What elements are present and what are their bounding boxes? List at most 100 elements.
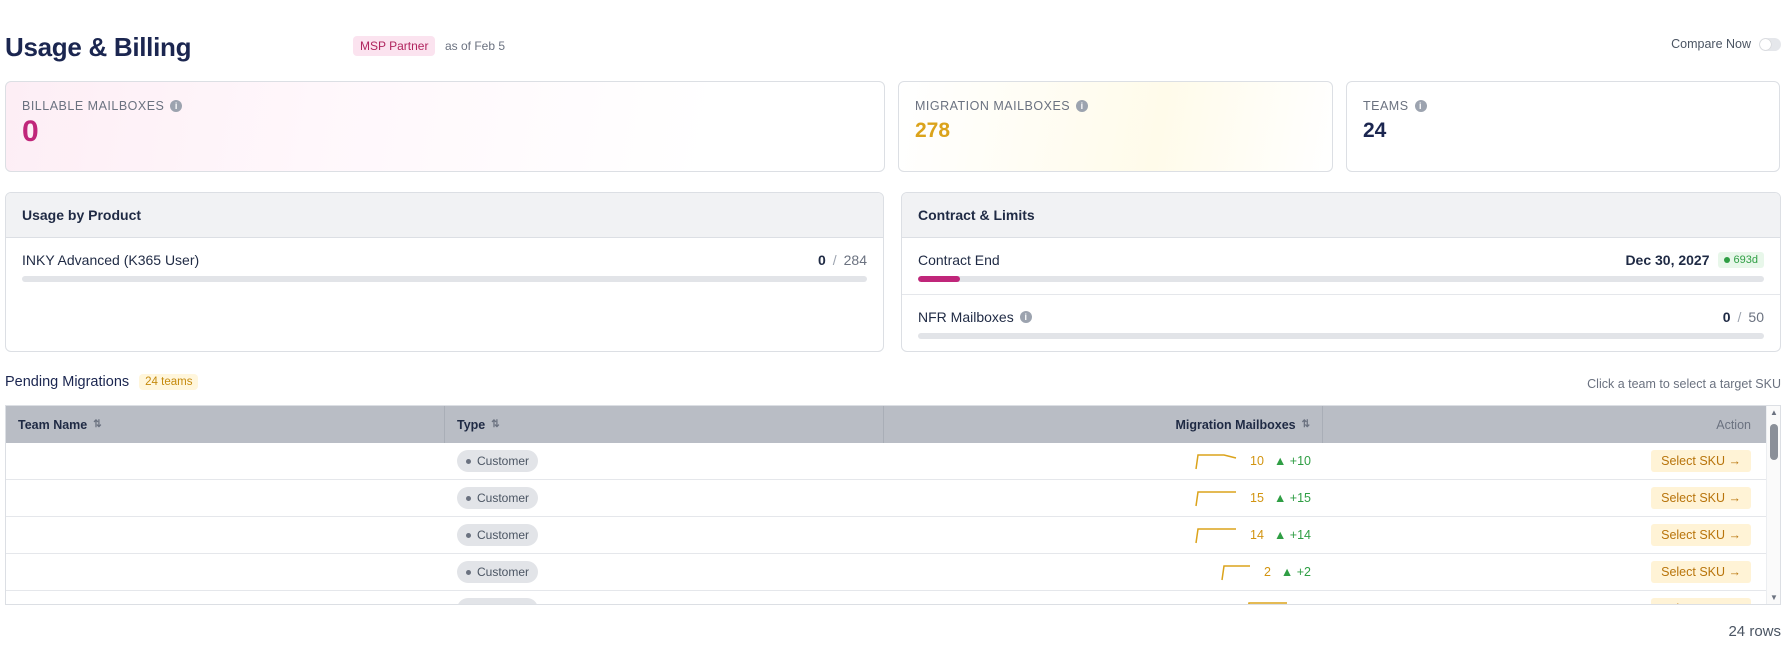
mailbox-delta: ▲ +2 xyxy=(1280,565,1311,579)
type-cell: Customer xyxy=(445,443,884,479)
type-cell: Customer xyxy=(445,517,884,553)
nfr-progress-bar xyxy=(918,333,1764,339)
mailboxes-cell: 15 ▲ +15 xyxy=(884,480,1323,516)
mailbox-count: 10 xyxy=(1250,454,1264,468)
info-icon[interactable]: i xyxy=(1076,100,1089,112)
table-header: Team Name ⇅ Type ⇅ Migration Mailboxes ⇅ Ac… xyxy=(6,406,1780,443)
panel-title: Usage by Product xyxy=(6,193,883,238)
contract-progress-bar xyxy=(918,276,1764,282)
nfr-row: NFR Mailboxes i 0/50 xyxy=(902,295,1780,339)
teams-value: 24 xyxy=(1363,119,1387,142)
migration-mailboxes-card: MIGRATION MAILBOXES i 278 xyxy=(898,81,1333,172)
type-pill: Customer xyxy=(457,450,539,472)
row-count: 24 rows xyxy=(1728,623,1781,640)
partner-badge: MSP Partner xyxy=(353,36,436,56)
info-icon[interactable]: i xyxy=(1019,311,1032,323)
sort-icon[interactable]: ⇅ xyxy=(93,419,101,430)
product-usage-count: 0/284 xyxy=(817,252,867,268)
action-cell: Select SKU → xyxy=(1323,443,1763,479)
select-sku-button[interactable]: Select SKU → xyxy=(1651,598,1751,604)
billable-mailboxes-card: BILLABLE MAILBOXES i 0 xyxy=(5,81,885,172)
table-row[interactable]: Customer 15 ▲ +15 Select SKU → xyxy=(6,480,1780,517)
sparkline-icon xyxy=(1248,602,1287,604)
contract-limits-panel: Contract & Limits Contract End Dec 30, 2… xyxy=(901,192,1781,352)
billable-label: BILLABLE MAILBOXES xyxy=(22,99,165,113)
contract-end-date: Dec 30, 2027 xyxy=(1625,252,1710,268)
action-cell: Select SKU → xyxy=(1323,480,1763,516)
select-sku-button[interactable]: Select SKU → xyxy=(1651,561,1751,583)
billable-value: 0 xyxy=(22,115,39,148)
teams-count-badge: 24 teams xyxy=(139,374,199,390)
scroll-thumb[interactable] xyxy=(1770,424,1778,460)
select-sku-button[interactable]: Select SKU → xyxy=(1651,487,1751,509)
compare-toggle-group[interactable]: Compare Now xyxy=(1671,37,1781,51)
stat-label: MIGRATION MAILBOXES i xyxy=(915,99,1316,113)
pending-title: Pending Migrations xyxy=(5,374,130,390)
team-name-cell[interactable] xyxy=(6,517,445,554)
column-header-action: Action xyxy=(1716,417,1751,432)
product-usage-row: INKY Advanced (K365 User) 0/284 xyxy=(6,238,883,282)
info-icon[interactable]: i xyxy=(170,100,183,112)
as-of-date: as of Feb 5 xyxy=(445,39,506,53)
days-remaining-badge: 693d xyxy=(1717,252,1764,268)
type-pill: Customer xyxy=(457,598,539,604)
sort-icon[interactable]: ⇅ xyxy=(491,419,499,430)
mailbox-delta: ▲ +15 xyxy=(1273,491,1311,505)
page-header: Usage & Billing MSP Partner as of Feb 5 … xyxy=(5,28,1781,64)
teams-label: TEAMS xyxy=(1363,99,1409,113)
type-pill: Customer xyxy=(457,561,539,583)
migration-value: 278 xyxy=(915,119,951,142)
compare-label: Compare Now xyxy=(1671,37,1751,51)
usage-progress-bar xyxy=(22,276,867,282)
mailboxes-cell: 2 ▲ +2 xyxy=(884,554,1323,590)
total-count: 284 xyxy=(843,252,867,268)
stat-label: TEAMS i xyxy=(1363,99,1763,113)
select-sku-button[interactable]: Select SKU → xyxy=(1651,450,1751,472)
compare-toggle[interactable] xyxy=(1759,37,1781,51)
used-count: 0 xyxy=(817,252,826,268)
panel-title: Contract & Limits xyxy=(902,193,1780,238)
type-cell: Customer xyxy=(445,591,884,604)
status-dot xyxy=(1723,257,1730,263)
days-remaining: 693d xyxy=(1733,254,1758,266)
table-body: Customer 10 ▲ +10 Select SKU → Customer 15 ▲ +… xyxy=(6,443,1780,604)
sparkline-icon xyxy=(1195,528,1237,544)
nfr-used: 0 xyxy=(1722,309,1731,325)
team-name-cell[interactable] xyxy=(6,443,445,480)
product-name: INKY Advanced (K365 User) xyxy=(22,252,200,268)
sparkline-icon xyxy=(1221,565,1250,581)
mailbox-count: 15 xyxy=(1250,491,1264,505)
mailboxes-cell: 14 ▲ +14 xyxy=(884,517,1323,553)
info-icon[interactable]: i xyxy=(1414,100,1427,112)
team-name-cell[interactable] xyxy=(6,480,445,517)
type-cell: Customer xyxy=(445,480,884,516)
nfr-total: 50 xyxy=(1748,309,1764,325)
type-pill: Customer xyxy=(457,487,539,509)
table-row[interactable]: Customer 2 ▲ +2 Select SKU → xyxy=(6,554,1780,591)
nfr-label: NFR Mailboxes xyxy=(918,309,1014,325)
sort-icon[interactable]: ⇅ xyxy=(1302,419,1310,430)
pending-migrations-table: Team Name ⇅ Type ⇅ Migration Mailboxes ⇅ Ac… xyxy=(5,405,1781,605)
action-cell: Select SKU → xyxy=(1323,517,1763,553)
pending-hint: Click a team to select a target SKU xyxy=(1587,377,1781,391)
column-header-migration-mailboxes[interactable]: Migration Mailboxes ⇅ xyxy=(884,406,1323,443)
sparkline-icon xyxy=(1195,491,1237,507)
pending-migrations-heading: Pending Migrations 24 teams xyxy=(5,374,199,390)
table-row[interactable]: Customer 14 ▲ +14 Select SKU → xyxy=(6,517,1780,554)
scroll-down-icon[interactable]: ▼ xyxy=(1770,593,1778,602)
mailboxes-cell xyxy=(884,591,1323,604)
mailbox-delta: ▲ +10 xyxy=(1273,454,1311,468)
usage-by-product-panel: Usage by Product INKY Advanced (K365 Use… xyxy=(5,192,884,352)
action-cell: Select SKU → xyxy=(1323,591,1763,604)
scroll-up-icon[interactable]: ▲ xyxy=(1770,408,1778,417)
table-scrollbar[interactable]: ▲ ▼ xyxy=(1766,406,1780,604)
select-sku-button[interactable]: Select SKU → xyxy=(1651,524,1751,546)
table-row[interactable]: Customer 10 ▲ +10 Select SKU → xyxy=(6,443,1780,480)
table-row[interactable]: Customer Select SKU → xyxy=(6,591,1780,604)
mailbox-delta: ▲ +14 xyxy=(1273,528,1311,542)
column-header-type[interactable]: Type ⇅ xyxy=(445,406,884,443)
team-name-cell[interactable] xyxy=(6,554,445,591)
team-name-cell[interactable] xyxy=(6,591,445,604)
column-header-team-name[interactable]: Team Name ⇅ xyxy=(6,406,445,443)
sparkline-icon xyxy=(1195,454,1237,470)
